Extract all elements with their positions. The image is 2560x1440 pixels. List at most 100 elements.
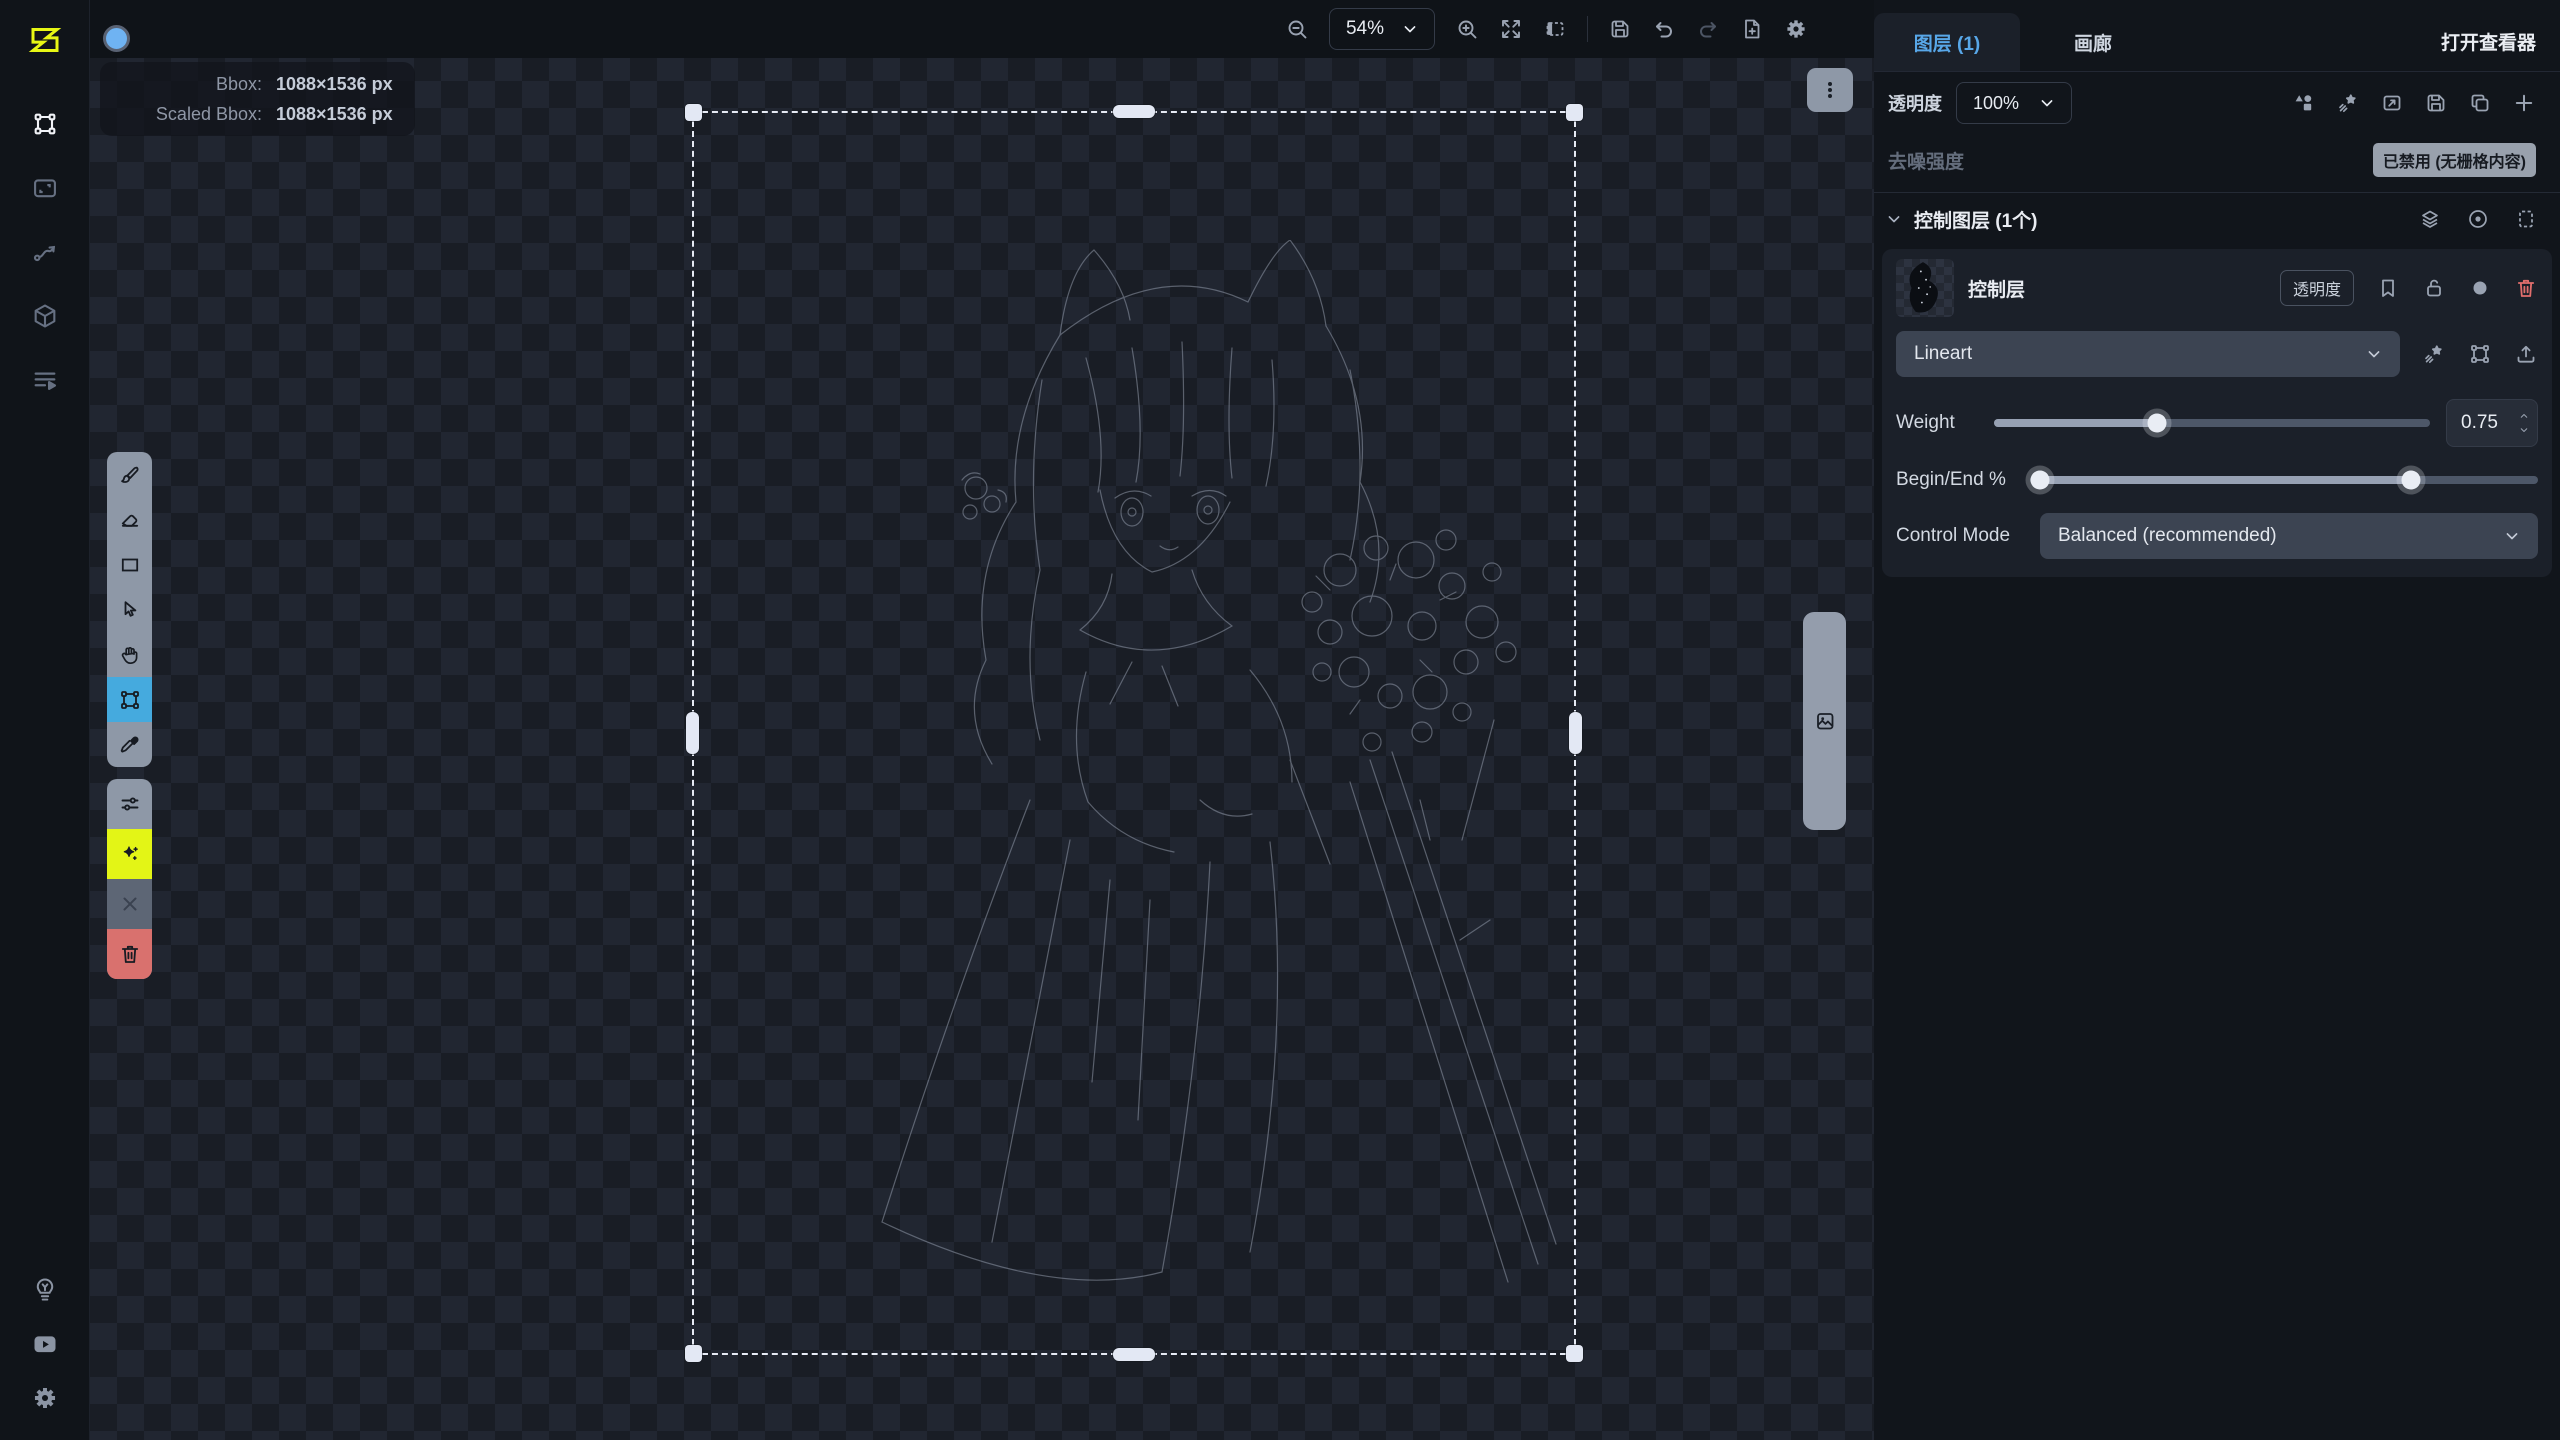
trash-icon (118, 942, 142, 966)
duplicate-layer-button[interactable] (2468, 91, 2492, 115)
filter-settings-button[interactable] (107, 779, 152, 829)
fit-bbox-button[interactable] (1543, 17, 1567, 41)
process-filter-button[interactable] (2422, 342, 2446, 366)
denoise-label: 去噪强度 (1888, 147, 1964, 174)
lock-layer-button[interactable] (2422, 276, 2446, 300)
end-slider-thumb[interactable] (2402, 471, 2421, 490)
sidebar-tab-canvas[interactable] (22, 106, 68, 142)
bbox-handle-top[interactable] (1113, 105, 1155, 118)
control-layer-card[interactable]: 控制层 透明度 (1882, 249, 2552, 577)
bookmark-layer-button[interactable] (2376, 276, 2400, 300)
bbox-handle-right[interactable] (1569, 712, 1582, 754)
new-canvas-button[interactable] (1740, 17, 1764, 41)
open-viewer-button[interactable]: 打开查看器 (2441, 28, 2560, 55)
add-shapes-button[interactable] (2292, 91, 2316, 115)
weight-slider[interactable] (1994, 419, 2430, 427)
crop-to-bbox-button[interactable] (2380, 91, 2404, 115)
brush-tool-button[interactable] (107, 452, 152, 497)
weight-number-input[interactable]: 0.75 (2446, 399, 2538, 447)
export-layer-button[interactable] (2514, 342, 2538, 366)
canvas-settings-gear-icon[interactable] (1784, 17, 1808, 41)
scaled-bbox-label: Scaled Bbox: (112, 101, 262, 127)
stepper-up-icon[interactable] (2517, 410, 2531, 422)
unlock-icon (2422, 276, 2446, 300)
eyedropper-icon (118, 733, 142, 757)
opacity-value: 100% (1973, 93, 2019, 114)
layer-thumbnail[interactable] (1896, 259, 1954, 317)
denoise-strength-row: 去噪强度 已禁用 (无栅格内容) (1874, 134, 2560, 186)
rect-tool-button[interactable] (107, 542, 152, 587)
delete-button[interactable] (107, 929, 152, 979)
cancel-button[interactable] (107, 879, 152, 929)
visibility-icon (2466, 207, 2490, 231)
bookmark-icon (2376, 276, 2400, 300)
move-bbox-tool-button[interactable] (107, 677, 152, 722)
zoom-in-button[interactable] (1455, 17, 1479, 41)
visibility-toggle-button[interactable] (2466, 207, 2490, 231)
invoke-generate-button[interactable] (107, 829, 152, 879)
app-root: 54% (0, 0, 2560, 1440)
weight-slider-thumb[interactable] (2148, 414, 2167, 433)
bbox-label: Bbox: (112, 71, 262, 97)
redo-button[interactable] (1696, 17, 1720, 41)
image-icon (1813, 709, 1837, 733)
transform-bbox-icon (2468, 342, 2492, 366)
sidebar-tab-upscaling[interactable] (22, 234, 68, 270)
eyedropper-tool-button[interactable] (107, 722, 152, 767)
filter-star-button[interactable] (2336, 91, 2360, 115)
gallery-panel-handle[interactable] (1803, 612, 1846, 830)
shapes-icon (2292, 91, 2316, 115)
bbox-handle-left[interactable] (686, 712, 699, 754)
bbox-handle-bottom-left[interactable] (685, 1345, 702, 1362)
zoom-level-select[interactable]: 54% (1329, 8, 1435, 50)
layers-stack-button[interactable] (2418, 207, 2442, 231)
pan-tool-button[interactable] (107, 632, 152, 677)
save-canvas-button[interactable] (1608, 17, 1632, 41)
layer-blend-mode-badge[interactable]: 透明度 (2280, 270, 2354, 306)
save-icon (2424, 91, 2448, 115)
color-swatch[interactable] (103, 25, 130, 52)
add-layer-button[interactable] (2512, 91, 2536, 115)
layer-color-indicator[interactable] (2468, 276, 2492, 300)
bbox-handle-bottom-right[interactable] (1566, 1345, 1583, 1362)
video-tutorials-icon[interactable] (22, 1326, 68, 1362)
sidebar-tab-models[interactable] (22, 298, 68, 334)
chevron-down-icon (2364, 344, 2384, 364)
toolbar-divider (1587, 16, 1588, 42)
tab-layers[interactable]: 图层 (1) (1874, 13, 2020, 71)
fit-view-button[interactable] (1499, 17, 1523, 41)
tab-gallery[interactable]: 画廊 (2020, 13, 2166, 71)
control-model-select[interactable]: Lineart (1896, 331, 2400, 377)
layers-stack-icon (2418, 207, 2442, 231)
save-layer-button[interactable] (2424, 91, 2448, 115)
canvas-surface[interactable]: 54% (90, 0, 1874, 1440)
select-tool-button[interactable] (107, 587, 152, 632)
eraser-tool-button[interactable] (107, 497, 152, 542)
invoke-logo-icon (27, 22, 63, 58)
stepper-down-icon[interactable] (2517, 424, 2531, 436)
control-mode-select[interactable]: Balanced (recommended) (2040, 513, 2538, 559)
chevron-down-icon (1400, 19, 1420, 39)
control-mode-value: Balanced (recommended) (2058, 525, 2277, 547)
denoise-disabled-badge: 已禁用 (无栅格内容) (2373, 143, 2536, 177)
hand-icon (118, 643, 142, 667)
bbox-handle-bottom[interactable] (1113, 1348, 1155, 1361)
undo-button[interactable] (1652, 17, 1676, 41)
transform-layer-button[interactable] (2468, 342, 2492, 366)
delete-layer-button[interactable] (2514, 276, 2538, 300)
chevron-down-icon (2502, 526, 2522, 546)
settings-gear-icon[interactable] (22, 1380, 68, 1416)
sidebar-tab-queue[interactable] (22, 362, 68, 398)
bbox-filter-button[interactable] (2514, 207, 2538, 231)
sidebar-tab-gallery-canvas[interactable] (22, 170, 68, 206)
bbox-handle-top-left[interactable] (685, 104, 702, 121)
bbox-handle-top-right[interactable] (1566, 104, 1583, 121)
opacity-select[interactable]: 100% (1956, 82, 2072, 124)
right-panel: 图层 (1) 画廊 打开查看器 透明度 100% (1874, 0, 2560, 1440)
begin-slider-thumb[interactable] (2031, 471, 2050, 490)
canvas-menu-button[interactable] (1807, 68, 1853, 112)
zoom-out-button[interactable] (1285, 17, 1309, 41)
control-layers-header[interactable]: 控制图层 (1个) (1874, 195, 2560, 243)
begin-end-slider[interactable] (2030, 476, 2538, 484)
help-lightbulb-icon[interactable] (22, 1272, 68, 1308)
